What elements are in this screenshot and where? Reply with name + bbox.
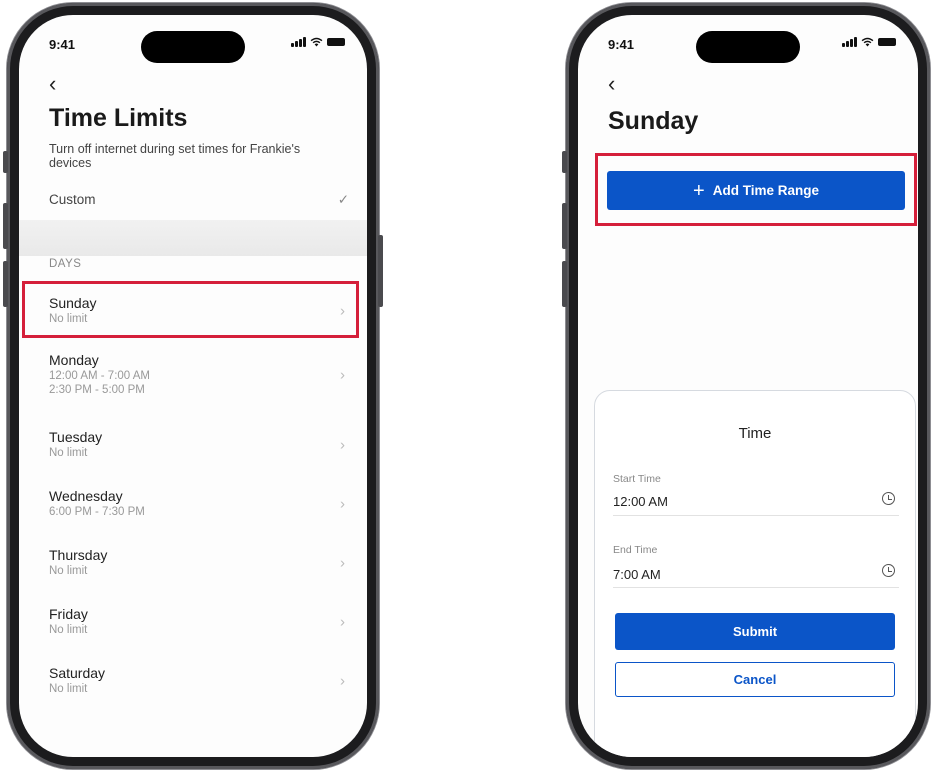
day-row-thursday[interactable]: Thursday No limit › xyxy=(49,547,349,578)
end-time-label: End Time xyxy=(613,544,658,556)
chevron-right-icon: › xyxy=(340,436,345,453)
mute-switch xyxy=(562,151,567,173)
volume-down-button xyxy=(3,261,8,307)
day-detail: No limit xyxy=(49,683,88,695)
page-title: Time Limits xyxy=(49,104,188,132)
dynamic-island xyxy=(141,31,245,63)
custom-label: Custom xyxy=(49,192,96,207)
checkmark-icon: ✓ xyxy=(337,192,349,207)
day-row-tuesday[interactable]: Tuesday No limit › xyxy=(49,429,349,460)
day-detail: No limit xyxy=(49,624,88,636)
chevron-right-icon: › xyxy=(340,554,345,571)
phone-sunday: 9:41 ‹ Sunday + Add Time Range Time Star… xyxy=(562,3,930,769)
day-name: Monday xyxy=(49,352,99,368)
battery-icon xyxy=(327,38,345,46)
signal-icon xyxy=(842,37,857,47)
status-time: 9:41 xyxy=(608,37,635,52)
day-detail: 12:00 AM - 7:00 AM xyxy=(49,370,151,382)
day-row-saturday[interactable]: Saturday No limit › xyxy=(49,665,349,696)
chevron-right-icon: › xyxy=(340,613,345,630)
day-detail: 6:00 PM - 7:30 PM xyxy=(49,506,145,518)
start-time-input[interactable]: 12:00 AM xyxy=(613,494,668,509)
chevron-right-icon: › xyxy=(340,672,345,689)
day-name: Thursday xyxy=(49,547,108,563)
chevron-right-icon: › xyxy=(340,366,345,383)
volume-up-button xyxy=(562,203,567,249)
signal-icon xyxy=(291,37,306,47)
chevron-right-icon: › xyxy=(340,495,345,512)
day-row-monday[interactable]: Monday 12:00 AM - 7:00 AM 2:30 PM - 5:00… xyxy=(49,352,349,397)
wifi-icon xyxy=(861,37,874,47)
page-subtitle: Turn off internet during set times for F… xyxy=(49,142,301,170)
clock-icon[interactable] xyxy=(882,564,895,577)
end-time-input[interactable]: 7:00 AM xyxy=(613,567,661,582)
day-name: Tuesday xyxy=(49,429,103,445)
highlight-sunday xyxy=(22,281,359,338)
start-time-label: Start Time xyxy=(613,473,661,485)
power-button xyxy=(378,235,383,307)
day-detail: No limit xyxy=(49,565,88,577)
section-divider xyxy=(19,220,367,256)
page-title: Sunday xyxy=(608,107,699,135)
start-time-underline xyxy=(613,515,899,516)
custom-option[interactable]: Custom ✓ xyxy=(49,192,349,208)
cancel-button[interactable]: Cancel xyxy=(615,662,895,697)
volume-down-button xyxy=(562,261,567,307)
day-detail-2: 2:30 PM - 5:00 PM xyxy=(49,384,145,396)
time-sheet: Time Start Time 12:00 AM End Time 7:00 A… xyxy=(594,390,916,757)
mute-switch xyxy=(3,151,8,173)
back-button[interactable]: ‹ xyxy=(49,73,56,95)
status-icons xyxy=(842,37,896,47)
day-row-wednesday[interactable]: Wednesday 6:00 PM - 7:30 PM › xyxy=(49,488,349,519)
status-time: 9:41 xyxy=(49,37,76,52)
day-detail: No limit xyxy=(49,447,88,459)
days-section-label: DAYS xyxy=(49,258,82,270)
volume-up-button xyxy=(3,203,8,249)
screen: 9:41 ‹ Time Limits Turn off internet dur… xyxy=(19,15,367,757)
phone-time-limits: 9:41 ‹ Time Limits Turn off internet dur… xyxy=(3,3,383,769)
screen: 9:41 ‹ Sunday + Add Time Range Time Star… xyxy=(578,15,918,757)
day-row-friday[interactable]: Friday No limit › xyxy=(49,606,349,637)
end-time-underline xyxy=(613,587,899,588)
status-icons xyxy=(291,37,345,47)
clock-icon[interactable] xyxy=(882,492,895,505)
dynamic-island xyxy=(696,31,800,63)
battery-icon xyxy=(878,38,896,46)
day-name: Wednesday xyxy=(49,488,123,504)
back-button[interactable]: ‹ xyxy=(608,73,615,95)
day-name: Saturday xyxy=(49,665,106,681)
submit-button[interactable]: Submit xyxy=(615,613,895,650)
highlight-add-time-range xyxy=(595,153,917,226)
sheet-title: Time xyxy=(738,425,772,442)
wifi-icon xyxy=(310,37,323,47)
day-name: Friday xyxy=(49,606,88,622)
chevron-left-icon: ‹ xyxy=(608,71,616,96)
chevron-left-icon: ‹ xyxy=(49,71,57,96)
